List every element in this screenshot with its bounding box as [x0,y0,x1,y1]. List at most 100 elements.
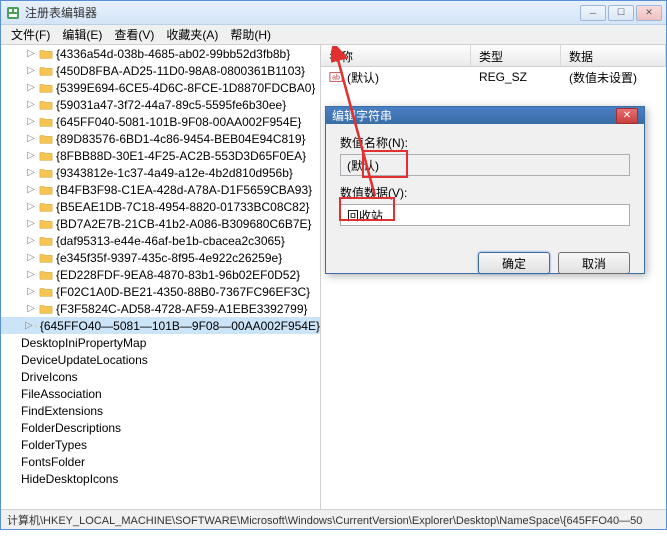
regedit-icon [5,5,21,21]
tree-item[interactable]: ▷ {450D8FBA-AD25-11D0-98A8-0800361B1103} [1,62,320,79]
expander-icon[interactable]: ▷ [25,116,37,127]
tree-item[interactable]: DriveIcons [1,368,320,385]
tree-item[interactable]: FindExtensions [1,402,320,419]
close-button[interactable]: ✕ [636,5,662,21]
expander-icon[interactable]: ▷ [25,82,37,93]
tree-label: FolderDescriptions [21,421,121,435]
tree-label: DeviceUpdateLocations [21,353,148,367]
expander-icon[interactable]: ▷ [25,48,37,59]
minimize-button[interactable]: ─ [580,5,606,21]
tree-item[interactable]: ▷ {645FF040-5081-101B-9F08-00AA002F954E} [1,113,320,130]
menu-edit[interactable]: 编辑(E) [56,24,108,45]
tree-item[interactable]: ▷{ED228FDF-9EA8-4870-83b1-96b02EF0D52} [1,266,320,283]
tree-item[interactable]: ▷ {F02C1A0D-BE21-4350-88B0-7367FC96EF3C} [1,283,320,300]
menu-help[interactable]: 帮助(H) [224,24,277,45]
col-data[interactable]: 数据 [561,45,666,66]
tree-item[interactable]: ▷ {89D83576-6BD1-4c86-9454-BEB04E94C819} [1,130,320,147]
tree-item[interactable]: FontsFolder [1,453,320,470]
tree-item[interactable]: ▷{B5EAE1DB-7C18-4954-8820-01733BC08C82} [1,198,320,215]
tree-item[interactable]: FolderDescriptions [1,419,320,436]
expander-icon[interactable]: ▷ [25,320,33,331]
data-input[interactable] [340,204,630,226]
tree-item[interactable]: FolderTypes [1,436,320,453]
menu-view[interactable]: 查看(V) [108,24,160,45]
list-header: 名称 类型 数据 [321,45,666,67]
window-title: 注册表编辑器 [25,4,580,21]
name-input [340,154,630,176]
dialog-title: 编辑字符串 [332,107,616,124]
expander-icon[interactable]: ▷ [25,286,37,297]
expander-icon[interactable]: ▷ [25,252,37,263]
tree-label: FontsFolder [21,455,85,469]
status-path: 计算机\HKEY_LOCAL_MACHINE\SOFTWARE\Microsof… [7,512,642,528]
tree-item[interactable]: ▷ {59031a47-3f72-44a7-89c5-5595fe6b30ee} [1,96,320,113]
statusbar: 计算机\HKEY_LOCAL_MACHINE\SOFTWARE\Microsof… [1,509,666,529]
col-type[interactable]: 类型 [471,45,561,66]
svg-text:ab: ab [332,75,340,82]
tree-item[interactable]: ▷ {e345f35f-9397-435c-8f95-4e922c26259e} [1,249,320,266]
tree-item[interactable]: ▷{5399E694-6CE5-4D6C-8FCE-1D8870FDCBA0} [1,79,320,96]
tree-item[interactable]: DesktopIniPropertyMap [1,334,320,351]
tree-item[interactable]: ▷ {B4FB3F98-C1EA-428d-A78A-D1F5659CBA93} [1,181,320,198]
tree-label: {B4FB3F98-C1EA-428d-A78A-D1F5659CBA93} [56,183,312,197]
tree-label: {89D83576-6BD1-4c86-9454-BEB04E94C819} [56,132,306,146]
tree-label: FileAssociation [21,387,102,401]
menu-favorites[interactable]: 收藏夹(A) [160,24,224,45]
tree-item[interactable]: ▷ {9343812e-1c37-4a49-a12e-4b2d810d956b} [1,164,320,181]
menubar: 文件(F) 编辑(E) 查看(V) 收藏夹(A) 帮助(H) [1,25,666,45]
dialog-buttons: 确定 取消 [326,244,644,286]
value-name: (默认) [347,69,379,86]
expander-icon[interactable]: ▷ [25,218,37,229]
tree-label: {450D8FBA-AD25-11D0-98A8-0800361B1103} [56,64,305,78]
tree-item[interactable]: ▷ {F3F5824C-AD58-4728-AF59-A1EBE3392799} [1,300,320,317]
ok-button[interactable]: 确定 [478,252,550,274]
value-type: REG_SZ [471,70,561,84]
edit-string-dialog: 编辑字符串 ✕ 数值名称(N): 数值数据(V): 确定 取消 [325,106,645,274]
tree-label: DesktopIniPropertyMap [21,336,146,350]
string-value-icon: ab [329,70,343,84]
tree-item[interactable]: ▷{645FFO40—5081—101B—9F08—00AA002F954E} [1,317,320,334]
tree-label: {645FF040-5081-101B-9F08-00AA002F954E} [56,115,302,129]
list-row[interactable]: ab (默认) REG_SZ (数值未设置) [321,67,666,87]
expander-icon[interactable]: ▷ [25,99,37,110]
tree-label: FindExtensions [21,404,103,418]
tree-panel[interactable]: ▷{4336a54d-038b-4685-ab02-99bb52d3fb8b}▷… [1,45,321,509]
tree-label: {F02C1A0D-BE21-4350-88B0-7367FC96EF3C} [56,285,310,299]
tree-item[interactable]: ▷ {daf95313-e44e-46af-be1b-cbacea2c3065} [1,232,320,249]
expander-icon[interactable]: ▷ [25,167,37,178]
tree-label: {daf95313-e44e-46af-be1b-cbacea2c3065} [56,234,285,248]
dialog-body: 数值名称(N): 数值数据(V): [326,124,644,244]
cancel-button[interactable]: 取消 [558,252,630,274]
expander-icon[interactable]: ▷ [25,184,37,195]
tree-item[interactable]: FileAssociation [1,385,320,402]
tree-item[interactable]: DeviceUpdateLocations [1,351,320,368]
col-name[interactable]: 名称 [321,45,471,66]
menu-file[interactable]: 文件(F) [5,24,56,45]
tree-item[interactable]: ▷{BD7A2E7B-21CB-41b2-A086-B309680C6B7E} [1,215,320,232]
expander-icon[interactable]: ▷ [25,201,37,212]
tree-label: {e345f35f-9397-435c-8f95-4e922c26259e} [56,251,282,265]
tree-label: {F3F5824C-AD58-4728-AF59-A1EBE3392799} [56,302,308,316]
window-controls: ─ ☐ ✕ [580,5,662,21]
tree-label: {59031a47-3f72-44a7-89c5-5595fe6b30ee} [56,98,286,112]
tree-label: FolderTypes [21,438,87,452]
expander-icon[interactable]: ▷ [25,235,37,246]
tree-item[interactable]: ▷ {4336a54d-038b-4685-ab02-99bb52d3fb8b} [1,45,320,62]
dialog-titlebar[interactable]: 编辑字符串 ✕ [326,107,644,124]
dialog-close-button[interactable]: ✕ [616,108,638,124]
tree-label: HideDesktopIcons [21,472,118,486]
expander-icon[interactable]: ▷ [25,303,37,314]
expander-icon[interactable]: ▷ [25,65,37,76]
tree-item[interactable]: HideDesktopIcons [1,470,320,487]
tree-label: {4336a54d-038b-4685-ab02-99bb52d3fb8b} [56,47,290,61]
tree-label: DriveIcons [21,370,78,384]
value-data: (数值未设置) [561,69,666,86]
data-label: 数值数据(V): [340,184,630,201]
tree-item[interactable]: ▷{8FBB88D-30E1-4F25-AC2B-553D3D65F0EA} [1,147,320,164]
tree-label: {9343812e-1c37-4a49-a12e-4b2d810d956b} [56,166,293,180]
expander-icon[interactable]: ▷ [25,269,37,280]
expander-icon[interactable]: ▷ [25,150,37,161]
name-label: 数值名称(N): [340,134,630,151]
expander-icon[interactable]: ▷ [25,133,37,144]
maximize-button[interactable]: ☐ [608,5,634,21]
